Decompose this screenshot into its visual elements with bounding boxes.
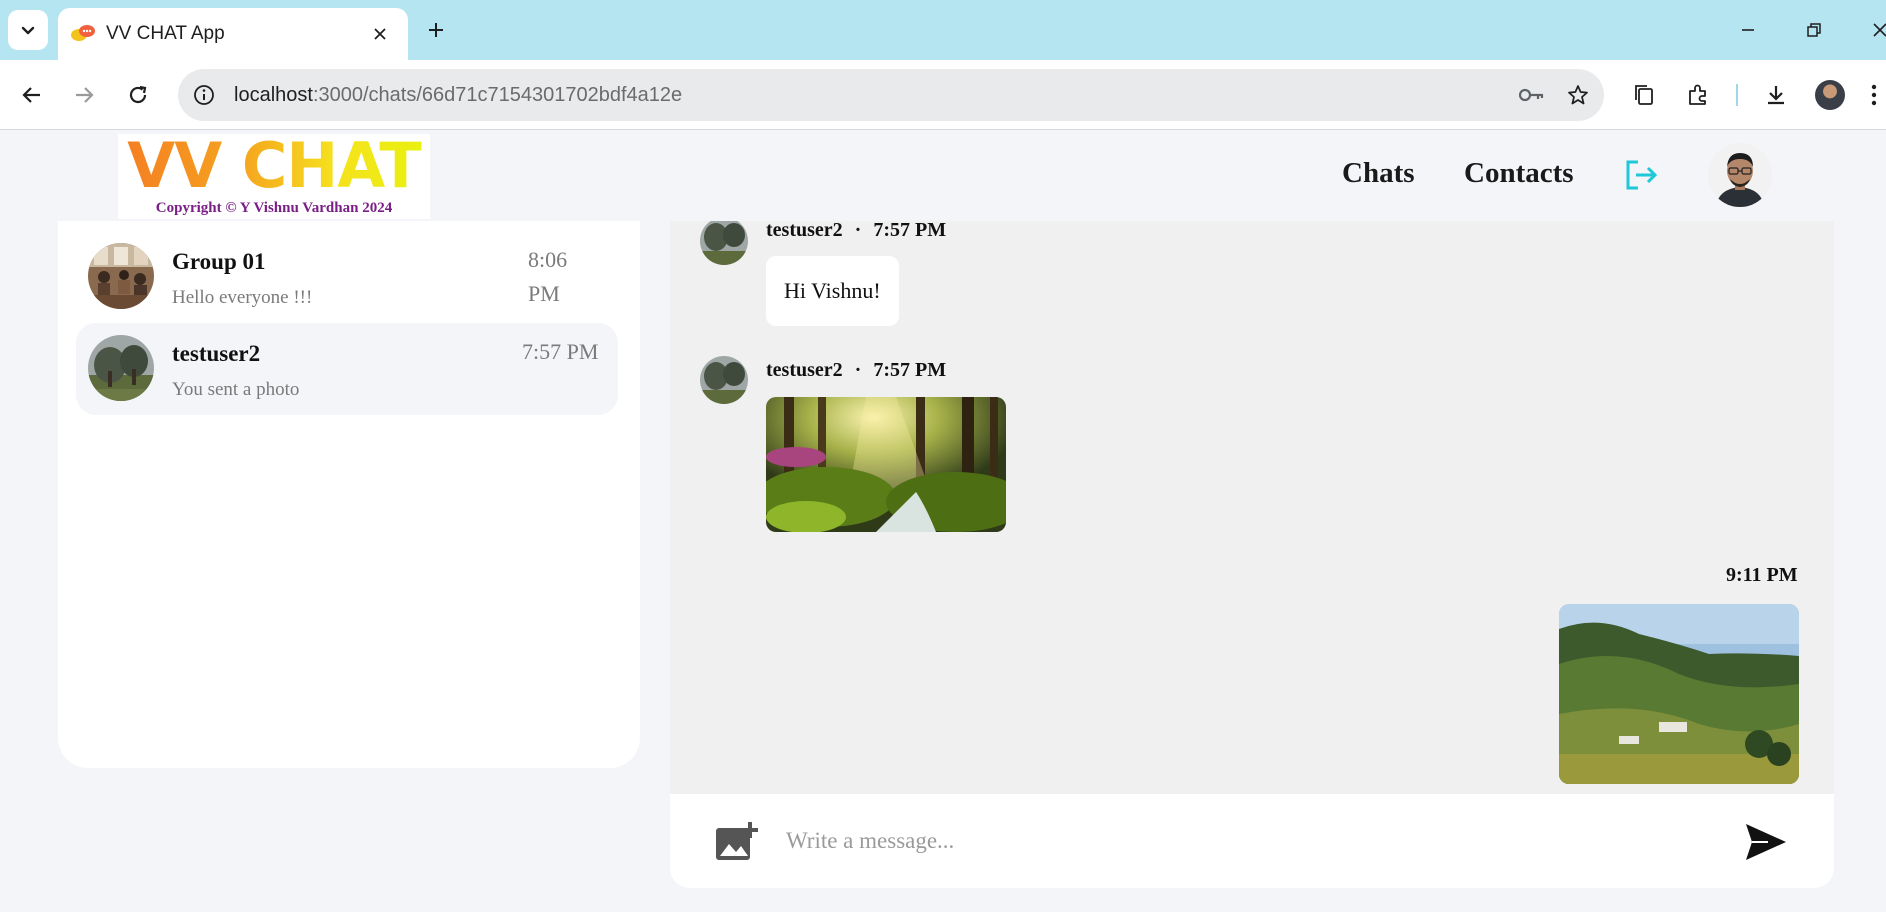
- close-icon: [374, 28, 386, 40]
- chat-time: 7:57 PM: [522, 339, 599, 364]
- chat-list-item[interactable]: Group 01 Hello everyone !!! 8:06 PM: [76, 231, 618, 323]
- puzzle-icon: [1689, 84, 1706, 105]
- meta-separator: ·: [854, 221, 862, 241]
- chat-time: 8:06 PM: [528, 247, 568, 306]
- close-window-button[interactable]: [1860, 12, 1886, 48]
- minimize-button[interactable]: [1728, 12, 1768, 48]
- extensions-button[interactable]: [1678, 75, 1718, 115]
- message-input[interactable]: [786, 816, 1686, 866]
- forward-button[interactable]: [64, 75, 104, 115]
- message-time: 9:11 PM: [1726, 564, 1798, 586]
- message-image-forest[interactable]: [766, 397, 1006, 532]
- new-tab-button[interactable]: [420, 14, 452, 46]
- chat-bubbles-icon: [71, 25, 95, 41]
- profile-button[interactable]: [1810, 75, 1850, 115]
- close-icon: [1873, 23, 1886, 37]
- downloads-button[interactable]: [1756, 75, 1796, 115]
- site-info-icon[interactable]: [184, 75, 224, 115]
- browser-tab-active[interactable]: VV CHAT App: [58, 8, 408, 60]
- tab-search-button[interactable]: [8, 10, 48, 50]
- contact-avatar: [88, 335, 154, 401]
- message-time: 7:57 PM: [873, 221, 947, 241]
- chat-name: Group 01: [172, 249, 266, 274]
- message-composer: [670, 794, 1834, 888]
- app-logo[interactable]: VV CHAT Copyright © Y Vishnu Vardhan 202…: [118, 132, 430, 219]
- more-vertical-icon: [1871, 84, 1877, 106]
- download-icon: [1768, 86, 1784, 105]
- sender-avatar: [700, 356, 748, 404]
- profile-avatar-icon: [1815, 80, 1845, 110]
- star-icon[interactable]: [1558, 75, 1598, 115]
- tab-title: VV CHAT App: [106, 23, 225, 44]
- logo-copyright: Copyright © Y Vishnu Vardhan 2024: [155, 200, 393, 216]
- conversation-panel: testuser2 · 7:57 PM Hi Vishnu! testuser2 · 7…: [670, 221, 1834, 794]
- message-sender: testuser2: [766, 359, 843, 381]
- logout-button[interactable]: [1622, 157, 1660, 193]
- menu-button[interactable]: [1862, 75, 1886, 115]
- url-host: localhost: [234, 83, 313, 106]
- tab-close-button[interactable]: [366, 20, 394, 48]
- address-bar[interactable]: localhost:3000/chats/66d71c7154301702bdf…: [178, 69, 1604, 121]
- browser-toolbar: localhost:3000/chats/66d71c7154301702bdf…: [0, 60, 1886, 130]
- send-icon: [1746, 824, 1786, 860]
- add-photo-button[interactable]: [714, 820, 758, 862]
- logout-icon: [1626, 160, 1658, 190]
- message-sender: testuser2: [766, 221, 843, 241]
- user-portrait-icon: [1708, 143, 1772, 207]
- tab-groups-button[interactable]: [1624, 75, 1664, 115]
- plus-icon: [429, 23, 443, 37]
- url-text[interactable]: localhost:3000/chats/66d71c7154301702bdf…: [234, 84, 1512, 107]
- copy-pages-icon: [1635, 85, 1653, 105]
- message-image-mountain[interactable]: [1559, 604, 1799, 784]
- chevron-down-icon: [21, 26, 35, 35]
- restore-icon: [1807, 23, 1821, 37]
- toolbar-divider: [1736, 84, 1738, 106]
- chat-list-panel: Group 01 Hello everyone !!! 8:06 PM test…: [58, 221, 640, 768]
- reload-button[interactable]: [118, 75, 158, 115]
- logo-text: VV CHAT: [118, 132, 430, 200]
- message-bubble[interactable]: Hi Vishnu!: [766, 256, 899, 326]
- sender-avatar: [700, 221, 748, 265]
- chat-list-item-active[interactable]: testuser2 You sent a photo 7:57 PM: [76, 323, 618, 415]
- message-time: 7:57 PM: [873, 359, 947, 381]
- arrow-left-icon: [22, 87, 40, 103]
- chat-last-message: Hello everyone !!!: [172, 287, 313, 308]
- chat-name: testuser2: [172, 341, 261, 366]
- meta-separator: ·: [854, 359, 862, 381]
- message-meta: testuser2 · 7:57 PM: [766, 359, 946, 382]
- arrow-right-icon: [76, 87, 94, 103]
- user-avatar[interactable]: [1708, 143, 1772, 207]
- key-icon[interactable]: [1512, 75, 1552, 115]
- url-path: :3000/chats/66d71c7154301702bdf4a12e: [312, 83, 683, 106]
- back-button[interactable]: [12, 75, 52, 115]
- nav-contacts-link[interactable]: Contacts: [1464, 157, 1574, 190]
- group-avatar: [88, 243, 154, 309]
- app-header: VV CHAT Copyright © Y Vishnu Vardhan 202…: [0, 131, 1886, 221]
- add-photo-icon: [716, 822, 758, 860]
- message-meta: testuser2 · 7:57 PM: [766, 221, 946, 242]
- restore-button[interactable]: [1794, 12, 1834, 48]
- reload-icon: [129, 85, 147, 104]
- nav-chats-link[interactable]: Chats: [1342, 157, 1415, 190]
- minimize-icon: [1742, 29, 1754, 31]
- chat-last-message: You sent a photo: [172, 379, 300, 400]
- browser-tabstrip: VV CHAT App: [0, 0, 1886, 60]
- send-button[interactable]: [1742, 818, 1790, 866]
